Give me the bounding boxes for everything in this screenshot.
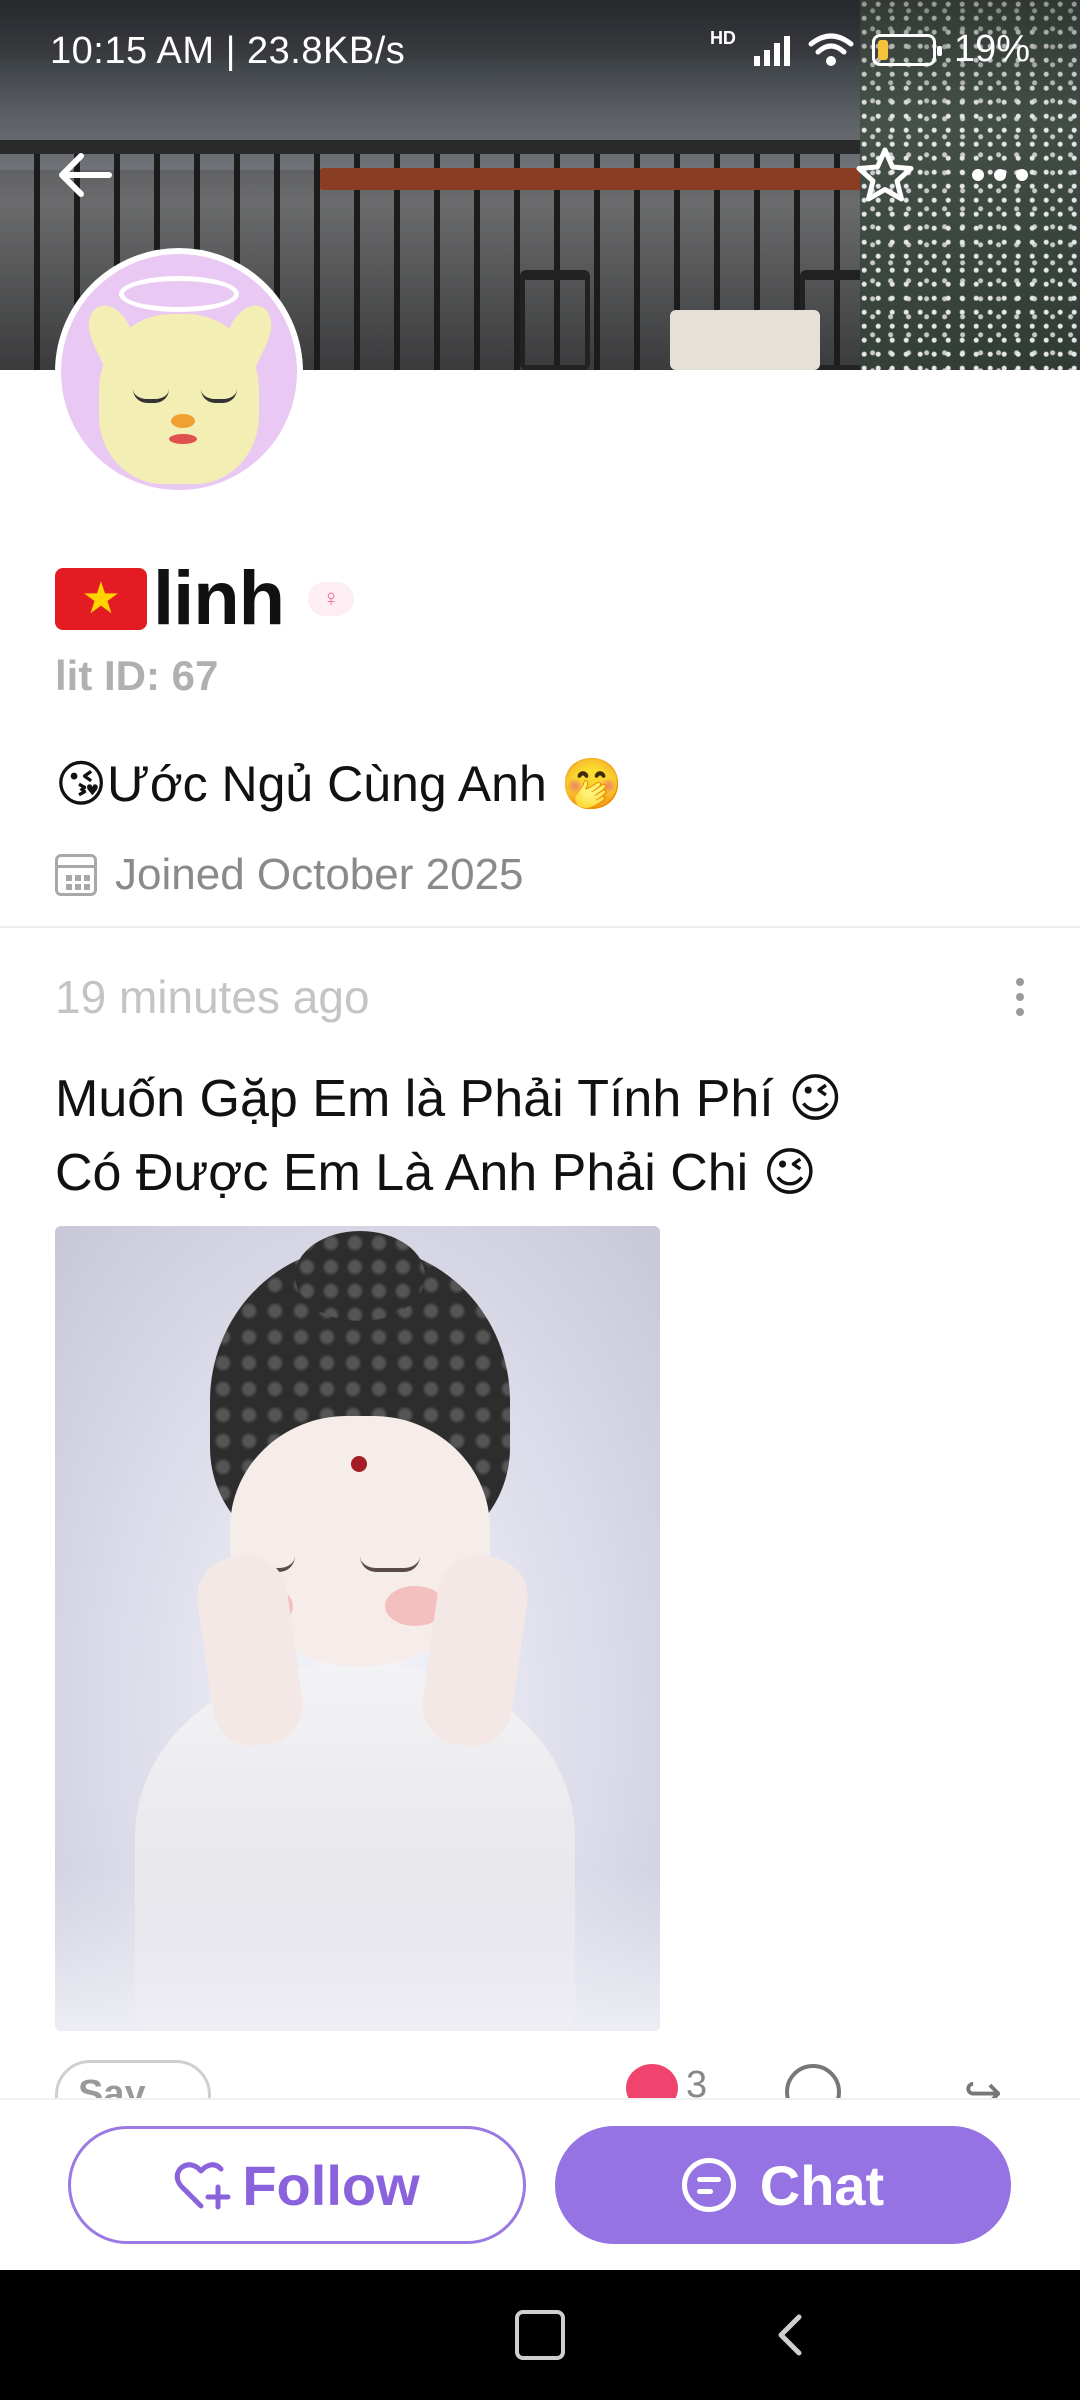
- divider: [0, 926, 1080, 928]
- signal-icon: [753, 34, 790, 66]
- chat-label: Chat: [759, 2153, 885, 2217]
- network-badge: HD: [709, 28, 736, 48]
- chat-button[interactable]: Chat: [555, 2126, 1011, 2244]
- profile-name: linh: [153, 556, 285, 641]
- bottom-action-bar: Follow Chat: [0, 2098, 1080, 2270]
- home-icon: [515, 2310, 565, 2360]
- lit-id: lit ID: 67: [55, 652, 219, 699]
- chat-bubble-icon: [681, 2158, 736, 2212]
- post-actions: Say Hi 3 ↪: [0, 2060, 1080, 2100]
- joined-date: Joined October 2025: [55, 850, 524, 900]
- profile-screen: 10:15 AM | 23.8KB/s HD 19% ★ linh ♀ lit …: [0, 0, 1080, 2400]
- vietnam-flag-icon: ★: [55, 567, 147, 630]
- post-timestamp: 19 minutes ago: [55, 971, 370, 1023]
- follow-label: Follow: [242, 2153, 420, 2217]
- say-hi-button[interactable]: Say Hi: [55, 2060, 211, 2100]
- more-horizontal-icon: [972, 169, 1028, 181]
- follow-button[interactable]: Follow: [68, 2126, 526, 2244]
- more-button[interactable]: [955, 135, 1045, 215]
- heart-icon: [626, 2064, 678, 2100]
- like-count: 3: [686, 2064, 708, 2100]
- like-button[interactable]: 3: [626, 2064, 707, 2100]
- system-back-button[interactable]: [765, 2310, 815, 2360]
- star-icon: [856, 147, 914, 202]
- post-line-2: Có Được Em Là Anh Phải Chi 😉: [55, 1144, 817, 1202]
- post-menu-button[interactable]: [1000, 972, 1040, 1022]
- post-line-1: Muốn Gặp Em là Phải Tính Phí 😉: [55, 1070, 843, 1128]
- calendar-icon: [55, 854, 97, 896]
- joined-text: Joined October 2025: [115, 850, 524, 899]
- home-button[interactable]: [515, 2310, 565, 2360]
- recents-button[interactable]: [265, 2310, 315, 2360]
- wifi-icon: [808, 33, 854, 66]
- menu-icon: [265, 2310, 315, 2360]
- profile-name-row: ★ linh ♀: [55, 555, 355, 642]
- heart-plus-icon: [175, 2162, 231, 2210]
- profile-bio: 😘Ước Ngủ Cùng Anh 🤭: [55, 756, 623, 812]
- avatar[interactable]: [55, 248, 303, 496]
- status-time: 10:15 AM | 23.8KB/s: [50, 30, 406, 72]
- back-button[interactable]: [40, 130, 130, 220]
- battery-icon: [871, 33, 942, 66]
- system-navigation-bar: [0, 2270, 1080, 2400]
- favorite-button[interactable]: [845, 135, 925, 215]
- post-image[interactable]: [55, 1226, 660, 2031]
- battery-percent: 19%: [953, 28, 1030, 70]
- chevron-left-icon: [778, 2314, 802, 2356]
- share-icon[interactable]: ↪: [955, 2064, 1011, 2100]
- status-bar: 10:15 AM | 23.8KB/s HD 19%: [0, 0, 1080, 100]
- comment-icon[interactable]: [785, 2064, 841, 2100]
- female-icon: ♀: [308, 581, 355, 616]
- post-text: Muốn Gặp Em là Phải Tính Phí 😉 Có Được E…: [55, 1062, 1055, 1210]
- arrow-left-icon: [59, 153, 112, 197]
